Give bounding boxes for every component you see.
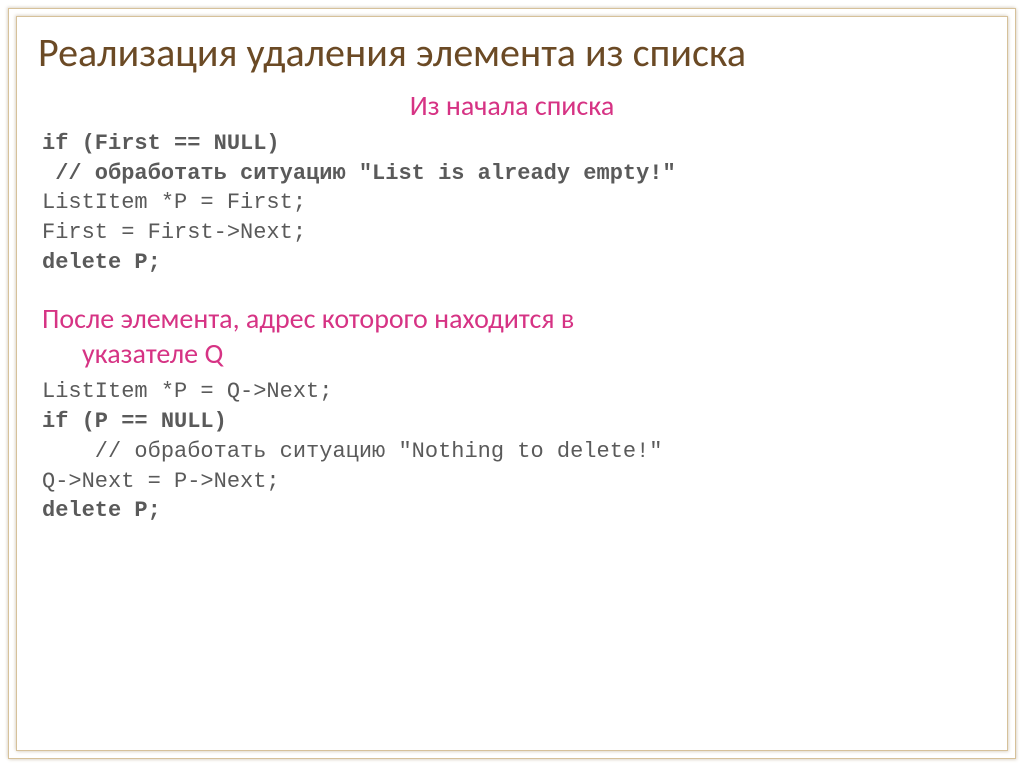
code-line: // обработать ситуацию ″Nothing to delet… <box>42 439 663 464</box>
slide-title: Реализация удаления элемента из списка <box>38 30 986 76</box>
code-block-1: if (First == NULL) // обработать ситуаци… <box>38 129 986 277</box>
code-line: ListItem *P = Q->Next; <box>42 379 332 404</box>
code-line: Q->Next = P->Next; <box>42 469 280 494</box>
code-line: ListItem *P = First; <box>42 190 306 215</box>
code-line: delete P; <box>42 498 161 523</box>
code-line: if (P == NULL) <box>42 409 227 434</box>
section1-heading: Из начала списка <box>38 88 986 123</box>
heading-line-2: указателе Q <box>42 336 986 371</box>
code-line: delete P; <box>42 250 161 275</box>
section2-heading: После элемента, адрес которого находится… <box>38 301 986 371</box>
code-line: First = First->Next; <box>42 220 306 245</box>
heading-line-1: После элемента, адрес которого находится… <box>42 301 574 336</box>
content-area: Реализация удаления элемента из списка И… <box>38 30 986 737</box>
code-block-2: ListItem *P = Q->Next; if (P == NULL) //… <box>38 377 986 525</box>
slide: Реализация удаления элемента из списка И… <box>0 0 1024 767</box>
code-line: if (First == NULL) <box>42 131 280 156</box>
code-line: // обработать ситуацию ″List is already … <box>42 161 676 186</box>
